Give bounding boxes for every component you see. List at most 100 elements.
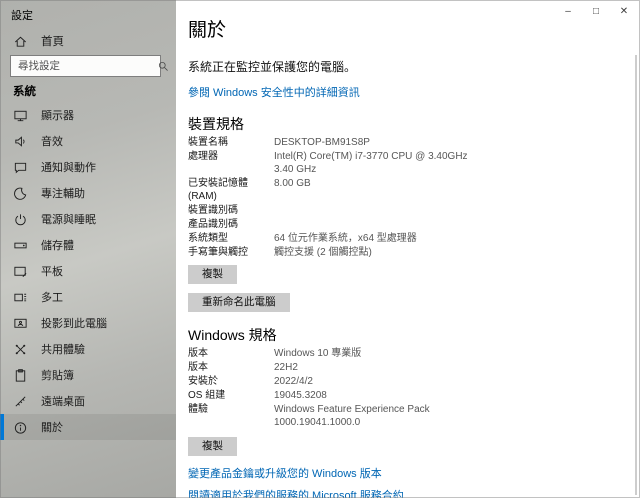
sidebar-item-home[interactable]: 首頁	[0, 29, 176, 53]
services-agreement-link[interactable]: 閱讀適用於我們的服務的 Microsoft 服務合約	[188, 490, 404, 498]
spec-label: 安裝於	[188, 375, 274, 388]
sidebar-item-about[interactable]: 關於	[0, 414, 176, 440]
sidebar-nav: 顯示器 音效 通知與動作 專注輔助 電源與睡眠 儲存體 平板 多工	[0, 102, 176, 440]
sidebar-item-sound[interactable]: 音效	[0, 128, 176, 154]
focus-assist-icon	[13, 186, 28, 201]
main-panel: 關於 系統正在監控並保護您的電腦。 參閱 Windows 安全性中的詳細資訊 裝…	[176, 0, 640, 498]
spec-value	[274, 204, 486, 217]
minimize-button[interactable]: –	[554, 0, 582, 22]
spec-row-version: 版本 22H2	[188, 361, 510, 374]
sidebar-item-label: 音效	[41, 133, 63, 149]
sidebar-item-label: 專注輔助	[41, 185, 85, 201]
clipboard-icon	[13, 368, 28, 383]
vertical-scrollbar[interactable]	[635, 55, 637, 495]
sidebar-section-system: 系統	[13, 83, 36, 99]
spec-label: OS 組建	[188, 389, 274, 402]
spec-label: 體驗	[188, 403, 274, 429]
spec-row-os-build: OS 組建 19045.3208	[188, 389, 510, 402]
sidebar-item-clipboard[interactable]: 剪貼簿	[0, 362, 176, 388]
spec-label: 已安裝記憶體(RAM)	[188, 177, 274, 203]
change-product-key-link[interactable]: 變更產品金鑰或升級您的 Windows 版本	[188, 468, 382, 481]
spec-value: Intel(R) Core(TM) i7-3770 CPU @ 3.40GHz …	[274, 150, 486, 176]
spec-row-device-id: 裝置識別碼	[188, 204, 510, 217]
sidebar-item-power-sleep[interactable]: 電源與睡眠	[0, 206, 176, 232]
home-label: 首頁	[41, 33, 64, 49]
app-title: 設定	[11, 7, 33, 23]
sidebar-item-label: 顯示器	[41, 107, 74, 123]
sidebar-item-shared-experiences[interactable]: 共用體驗	[0, 336, 176, 362]
sidebar-item-notifications[interactable]: 通知與動作	[0, 154, 176, 180]
spec-value: 64 位元作業系統，x64 型處理器	[274, 232, 486, 245]
spec-value: 2022/4/2	[274, 375, 486, 388]
spec-label: 版本	[188, 361, 274, 374]
sidebar-item-label: 投影到此電腦	[41, 315, 107, 331]
spec-value: Windows Feature Experience Pack 1000.190…	[274, 403, 486, 429]
projecting-icon	[13, 316, 28, 331]
protection-status-text: 系統正在監控並保護您的電腦。	[188, 60, 510, 74]
sidebar-item-label: 平板	[41, 263, 63, 279]
spec-value: 22H2	[274, 361, 486, 374]
sidebar-item-tablet[interactable]: 平板	[0, 258, 176, 284]
spec-row-edition: 版本 Windows 10 專業版	[188, 347, 510, 360]
spec-value: 8.00 GB	[274, 177, 486, 203]
sidebar-item-multitasking[interactable]: 多工	[0, 284, 176, 310]
page-title: 關於	[188, 20, 510, 42]
sidebar-item-projecting[interactable]: 投影到此電腦	[0, 310, 176, 336]
spec-label: 裝置識別碼	[188, 204, 274, 217]
maximize-button[interactable]: □	[582, 0, 610, 22]
tablet-icon	[13, 264, 28, 279]
spec-label: 裝置名稱	[188, 136, 274, 149]
spec-label: 產品識別碼	[188, 218, 274, 231]
spec-row-pen-touch: 手寫筆與觸控 觸控支援 (2 個觸控點)	[188, 246, 510, 259]
spec-value: 19045.3208	[274, 389, 486, 402]
home-icon	[13, 34, 28, 49]
sidebar-item-remote-desktop[interactable]: 遠端桌面	[0, 388, 176, 414]
windows-security-link[interactable]: 參閱 Windows 安全性中的詳細資訊	[188, 87, 360, 100]
spec-row-experience: 體驗 Windows Feature Experience Pack 1000.…	[188, 403, 510, 429]
sidebar-item-label: 多工	[41, 289, 63, 305]
rename-pc-button[interactable]: 重新命名此電腦	[188, 293, 290, 312]
spec-label: 系統類型	[188, 232, 274, 245]
spec-row-installed-on: 安裝於 2022/4/2	[188, 375, 510, 388]
shared-experiences-icon	[13, 342, 28, 357]
windows-specs-heading: Windows 規格	[188, 327, 510, 343]
selected-accent-bar	[0, 414, 4, 440]
sidebar-item-label: 關於	[41, 419, 63, 435]
spec-value: DESKTOP-BM91S8P	[274, 136, 486, 149]
search-box	[10, 55, 161, 77]
spec-value	[274, 218, 486, 231]
spec-value: Windows 10 專業版	[274, 347, 486, 360]
search-input[interactable]	[11, 60, 157, 72]
remote-desktop-icon	[13, 394, 28, 409]
sidebar-item-label: 儲存體	[41, 237, 74, 253]
copy-device-specs-button[interactable]: 複製	[188, 265, 237, 284]
spec-value: 觸控支援 (2 個觸控點)	[274, 246, 486, 259]
search-icon[interactable]	[157, 60, 170, 73]
sidebar-item-label: 共用體驗	[41, 341, 85, 357]
device-specs-heading: 裝置規格	[188, 116, 510, 132]
spec-label: 版本	[188, 347, 274, 360]
spec-label: 手寫筆與觸控	[188, 246, 274, 259]
spec-row-device-name: 裝置名稱 DESKTOP-BM91S8P	[188, 136, 510, 149]
close-button[interactable]: ✕	[610, 0, 638, 22]
spec-row-processor: 處理器 Intel(R) Core(TM) i7-3770 CPU @ 3.40…	[188, 150, 510, 176]
storage-icon	[13, 238, 28, 253]
about-icon	[13, 420, 28, 435]
display-icon	[13, 108, 28, 123]
sidebar-item-label: 通知與動作	[41, 159, 96, 175]
power-icon	[13, 212, 28, 227]
sidebar: 設定 首頁 系統 顯示器 音效 通知與動作 專注輔助 電源與睡眠	[0, 0, 176, 498]
spec-label: 處理器	[188, 150, 274, 176]
window-controls: – □ ✕	[554, 0, 638, 22]
about-content: 關於 系統正在監控並保護您的電腦。 參閱 Windows 安全性中的詳細資訊 裝…	[188, 20, 510, 498]
sidebar-item-label: 遠端桌面	[41, 393, 85, 409]
sidebar-item-focus-assist[interactable]: 專注輔助	[0, 180, 176, 206]
spec-row-product-id: 產品識別碼	[188, 218, 510, 231]
notifications-icon	[13, 160, 28, 175]
copy-windows-specs-button[interactable]: 複製	[188, 437, 237, 456]
sidebar-item-storage[interactable]: 儲存體	[0, 232, 176, 258]
sidebar-item-display[interactable]: 顯示器	[0, 102, 176, 128]
sidebar-item-label: 剪貼簿	[41, 367, 74, 383]
sound-icon	[13, 134, 28, 149]
spec-row-ram: 已安裝記憶體(RAM) 8.00 GB	[188, 177, 510, 203]
